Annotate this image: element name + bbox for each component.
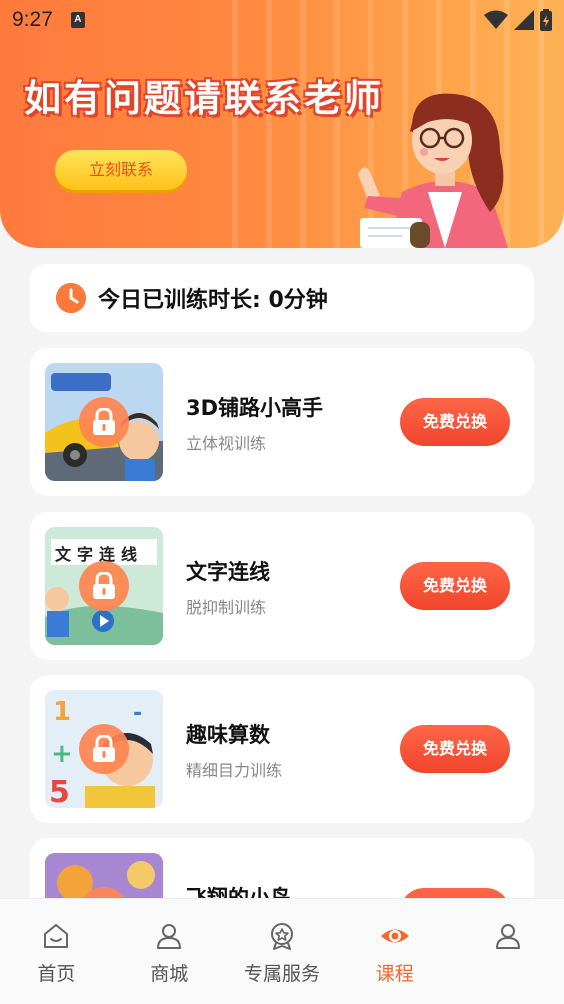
training-time-card: 今日已训练时长: 0分钟 — [30, 264, 534, 332]
course-title: 趣味算数 — [186, 723, 270, 747]
course-thumbnail — [45, 363, 163, 481]
svg-text:5: 5 — [49, 775, 70, 808]
nav-label: 商城 — [150, 963, 189, 985]
battery-icon — [540, 9, 552, 31]
lock-icon — [79, 724, 129, 774]
course-card[interactable]: 文字连线 文字连线 脱抑制训练 免费兑换 — [30, 512, 534, 660]
status-icons — [484, 9, 552, 31]
home-icon — [44, 924, 69, 948]
person-icon — [157, 924, 182, 949]
course-subtitle: 脱抑制训练 — [186, 598, 267, 617]
training-time-text: 今日已训练时长: 0分钟 — [98, 288, 328, 313]
svg-text:-: - — [133, 701, 142, 726]
nav-label: 首页 — [37, 963, 76, 985]
nav-item-home[interactable]: 首页 — [0, 899, 113, 1004]
course-thumbnail: 1 + 5 - — [45, 690, 163, 808]
notification-a-icon: A — [70, 12, 85, 28]
banner-title: 如有问题请联系老师 — [24, 77, 384, 120]
teacher-illustration — [358, 93, 508, 248]
course-card[interactable]: 1 + 5 - 趣味算数 精细目力训练 免费兑换 — [30, 675, 534, 823]
lock-icon — [79, 397, 129, 447]
course-subtitle: 立体视训练 — [186, 434, 267, 453]
redeem-button[interactable]: 免费兑换 — [400, 398, 510, 446]
course-title: 3D铺路小高手 — [186, 396, 324, 420]
bottom-nav: 首页 商城 专属服务 课程 — [0, 898, 564, 1004]
redeem-button[interactable]: 免费兑换 — [400, 725, 510, 773]
wifi-icon — [484, 10, 508, 29]
contact-button[interactable]: 立刻联系 — [55, 150, 187, 190]
lock-icon — [79, 561, 129, 611]
svg-text:1: 1 — [53, 697, 71, 727]
nav-label: 专属服务 — [243, 963, 320, 985]
signal-icon — [514, 10, 534, 30]
eye-icon — [380, 929, 409, 943]
redeem-button[interactable]: 免费兑换 — [400, 562, 510, 610]
badge-icon — [270, 923, 293, 950]
nav-item-course[interactable]: 课程 — [338, 899, 451, 1004]
status-bar: 9:27 A — [0, 0, 564, 40]
nav-item-mall[interactable]: 商城 — [113, 899, 226, 1004]
profile-icon — [495, 924, 520, 949]
course-thumbnail: 文字连线 — [45, 527, 163, 645]
course-subtitle: 精细目力训练 — [186, 761, 283, 780]
clock-icon — [56, 283, 86, 313]
nav-item-profile[interactable] — [451, 899, 564, 1004]
course-card[interactable]: 3D铺路小高手 立体视训练 免费兑换 — [30, 348, 534, 496]
svg-text:+: + — [51, 739, 73, 769]
course-title: 文字连线 — [186, 560, 270, 584]
status-time: 9:27 — [12, 8, 53, 31]
nav-item-service[interactable]: 专属服务 — [226, 899, 339, 1004]
nav-label: 课程 — [375, 963, 414, 985]
